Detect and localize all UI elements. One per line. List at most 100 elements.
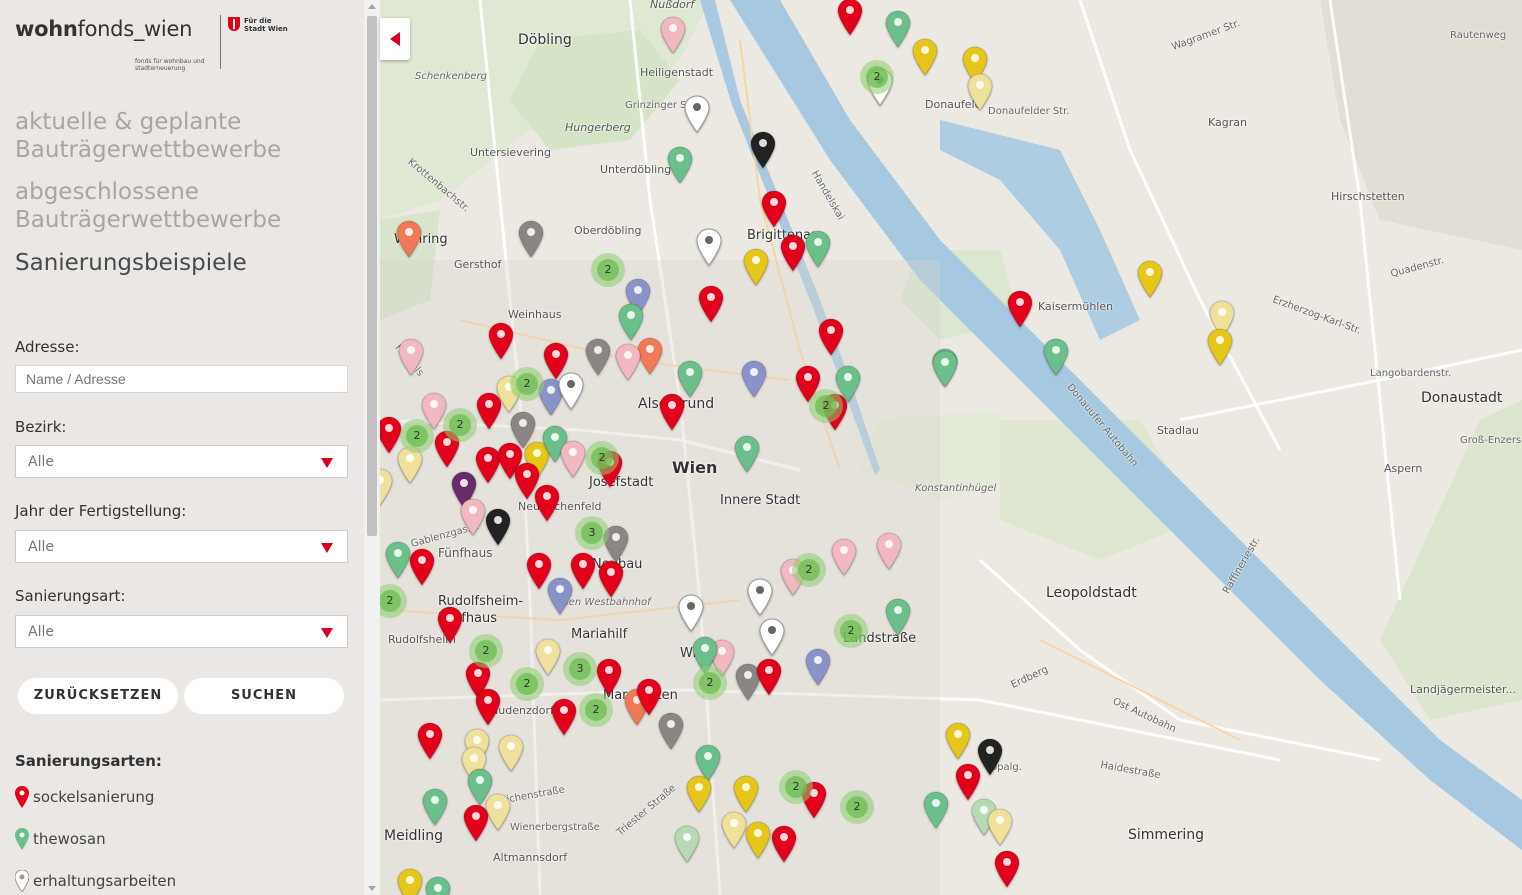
- map-marker-icon[interactable]: [759, 618, 785, 656]
- map-marker-icon[interactable]: [771, 825, 797, 863]
- marker-cluster[interactable]: 2: [510, 367, 544, 401]
- map-marker-icon[interactable]: [1207, 328, 1233, 366]
- map-marker-icon[interactable]: [385, 541, 411, 579]
- marker-cluster[interactable]: 2: [591, 253, 625, 287]
- map-marker-icon[interactable]: [425, 876, 451, 895]
- marker-cluster[interactable]: 2: [840, 790, 874, 824]
- map-marker-icon[interactable]: [558, 372, 584, 410]
- map-marker-icon[interactable]: [396, 220, 422, 258]
- map-marker-icon[interactable]: [397, 868, 423, 895]
- marker-cluster[interactable]: 2: [469, 634, 503, 668]
- map-marker-icon[interactable]: [747, 578, 773, 616]
- map-marker-icon[interactable]: [475, 688, 501, 726]
- map-marker-icon[interactable]: [698, 285, 724, 323]
- map-marker-icon[interactable]: [667, 146, 693, 184]
- map-marker-icon[interactable]: [923, 791, 949, 829]
- search-button[interactable]: SUCHEN: [184, 678, 344, 714]
- jahr-select[interactable]: Alle: [15, 530, 348, 563]
- marker-cluster[interactable]: 2: [400, 419, 434, 453]
- map-marker-icon[interactable]: [398, 338, 424, 376]
- marker-cluster[interactable]: 2: [834, 614, 868, 648]
- map-marker-icon[interactable]: [734, 435, 760, 473]
- map-marker-icon[interactable]: [696, 228, 722, 266]
- sidebar-scrollbar[interactable]: [364, 0, 380, 895]
- marker-cluster[interactable]: 2: [443, 408, 477, 442]
- marker-cluster[interactable]: 2: [693, 666, 727, 700]
- map-marker-icon[interactable]: [460, 498, 486, 536]
- map-marker-icon[interactable]: [805, 230, 831, 268]
- map-marker-icon[interactable]: [761, 190, 787, 228]
- map-marker-icon[interactable]: [750, 131, 776, 169]
- map-marker-icon[interactable]: [488, 322, 514, 360]
- map-marker-icon[interactable]: [596, 658, 622, 696]
- map-marker-icon[interactable]: [733, 775, 759, 813]
- map-marker-icon[interactable]: [598, 560, 624, 598]
- marker-cluster[interactable]: 2: [860, 60, 894, 94]
- map-marker-icon[interactable]: [756, 658, 782, 696]
- marker-cluster[interactable]: 2: [809, 389, 843, 423]
- bezirk-select[interactable]: Alle: [15, 445, 348, 478]
- map-marker-icon[interactable]: [618, 303, 644, 341]
- map-marker-icon[interactable]: [534, 484, 560, 522]
- nav-aktuelle-wettbewerbe[interactable]: aktuelle & geplante Bauträgerwettbewerbe: [15, 108, 345, 164]
- map-marker-icon[interactable]: [1043, 338, 1069, 376]
- map-marker-icon[interactable]: [636, 678, 662, 716]
- map-marker-icon[interactable]: [409, 548, 435, 586]
- map-marker-icon[interactable]: [1007, 290, 1033, 328]
- marker-cluster[interactable]: 2: [579, 693, 613, 727]
- reset-button[interactable]: ZURÜCKSETZEN: [18, 678, 178, 714]
- map-marker-icon[interactable]: [967, 73, 993, 111]
- map-marker-icon[interactable]: [658, 712, 684, 750]
- collapse-sidebar-button[interactable]: [380, 18, 410, 60]
- sanierungsart-select[interactable]: Alle: [15, 615, 348, 648]
- logo[interactable]: wohnfonds_wien: [15, 16, 192, 42]
- map-marker-icon[interactable]: [686, 775, 712, 813]
- map-marker-icon[interactable]: [422, 788, 448, 826]
- map-marker-icon[interactable]: [437, 606, 463, 644]
- map-marker-icon[interactable]: [837, 0, 863, 36]
- map-marker-icon[interactable]: [585, 338, 611, 376]
- map-marker-icon[interactable]: [780, 234, 806, 272]
- map-marker-icon[interactable]: [560, 440, 586, 478]
- map-marker-icon[interactable]: [987, 808, 1013, 846]
- map-marker-icon[interactable]: [885, 10, 911, 48]
- map-marker-icon[interactable]: [885, 598, 911, 636]
- marker-cluster[interactable]: 2: [779, 770, 813, 804]
- map-marker-icon[interactable]: [659, 393, 685, 431]
- nav-sanierungsbeispiele[interactable]: Sanierungsbeispiele: [15, 249, 345, 277]
- map-marker-icon[interactable]: [417, 722, 443, 760]
- map-marker-icon[interactable]: [660, 16, 686, 54]
- marker-cluster[interactable]: 2: [792, 553, 826, 587]
- map-marker-icon[interactable]: [1137, 260, 1163, 298]
- map-marker-icon[interactable]: [743, 248, 769, 286]
- map-marker-icon[interactable]: [805, 648, 831, 686]
- marker-cluster[interactable]: 2: [510, 667, 544, 701]
- map-marker-icon[interactable]: [932, 350, 958, 388]
- map-marker-icon[interactable]: [498, 734, 524, 772]
- map-marker-icon[interactable]: [955, 763, 981, 801]
- map-marker-icon[interactable]: [476, 392, 502, 430]
- scrollbar-thumb[interactable]: [367, 16, 377, 536]
- adresse-input[interactable]: [15, 365, 348, 393]
- nav-abgeschlossene-wettbewerbe[interactable]: abgeschlossene Bauträgerwettbewerbe: [15, 178, 345, 234]
- scroll-down-icon[interactable]: [368, 886, 376, 891]
- map-marker-icon[interactable]: [818, 318, 844, 356]
- map-marker-icon[interactable]: [684, 95, 710, 133]
- map-marker-icon[interactable]: [741, 360, 767, 398]
- marker-cluster[interactable]: 3: [563, 652, 597, 686]
- map-marker-icon[interactable]: [678, 594, 704, 632]
- map-marker-icon[interactable]: [912, 38, 938, 76]
- map-marker-icon[interactable]: [945, 722, 971, 760]
- map-marker-icon[interactable]: [551, 698, 577, 736]
- map-marker-icon[interactable]: [463, 804, 489, 842]
- map-marker-icon[interactable]: [994, 850, 1020, 888]
- map-marker-icon[interactable]: [876, 532, 902, 570]
- map-marker-icon[interactable]: [485, 508, 511, 546]
- marker-cluster[interactable]: 3: [575, 516, 609, 550]
- map-canvas[interactable]: Döbling Nußdorf Heiligenstadt Grinzinger…: [380, 0, 1522, 895]
- marker-cluster[interactable]: 2: [585, 441, 619, 475]
- map-marker-icon[interactable]: [745, 821, 771, 859]
- map-marker-icon[interactable]: [380, 468, 393, 506]
- map-marker-icon[interactable]: [535, 638, 561, 676]
- map-marker-icon[interactable]: [570, 552, 596, 590]
